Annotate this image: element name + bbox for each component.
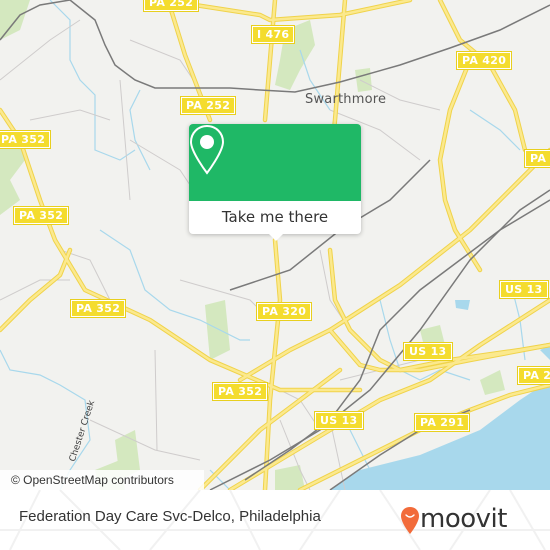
route-shield-pa291-b: PA 291 — [413, 413, 471, 432]
place-name: Federation Day Care Svc-Delco, Philadelp… — [19, 508, 321, 525]
route-shield-pa252: PA 252 — [179, 96, 237, 115]
route-shield-us13-a: US 13 — [499, 280, 549, 299]
route-shield-pa352-b: PA 352 — [12, 206, 70, 225]
moovit-pin-icon — [401, 507, 419, 534]
place-label-swarthmore: Swarthmore — [305, 92, 387, 107]
route-shield-i476: I 476 — [250, 25, 296, 44]
map[interactable]: Swarthmore Chester Creek PA 252 I 476 PA… — [0, 0, 550, 490]
moovit-logo[interactable]: moovit — [400, 503, 540, 537]
location-pin-icon — [189, 124, 225, 175]
route-shield-pa-right: PA 320 — [523, 149, 550, 168]
route-shield-us13-b: US 13 — [403, 342, 453, 361]
route-shield-pa291-a: PA 291 — [516, 366, 550, 385]
take-me-there-button[interactable]: Take me there — [189, 201, 361, 234]
popup-pointer — [267, 232, 285, 241]
route-shield-pa320: PA 320 — [255, 302, 313, 321]
route-shield-pa352-a: PA 352 — [0, 130, 52, 149]
map-attribution[interactable]: © OpenStreetMap contributors — [0, 470, 204, 490]
brand-name: moovit — [420, 504, 507, 534]
route-shield-us13-c: US 13 — [314, 411, 364, 430]
footer-bar: Federation Day Care Svc-Delco, Philadelp… — [0, 490, 550, 550]
route-shield-pa420: PA 420 — [455, 51, 513, 70]
route-shield-pa352-c: PA 352 — [69, 299, 127, 318]
popup-header — [189, 124, 361, 201]
route-shield-pa352-d: PA 352 — [211, 382, 269, 401]
route-shield-pa252-top: PA 252 — [142, 0, 200, 12]
destination-popup: Take me there — [189, 124, 361, 241]
